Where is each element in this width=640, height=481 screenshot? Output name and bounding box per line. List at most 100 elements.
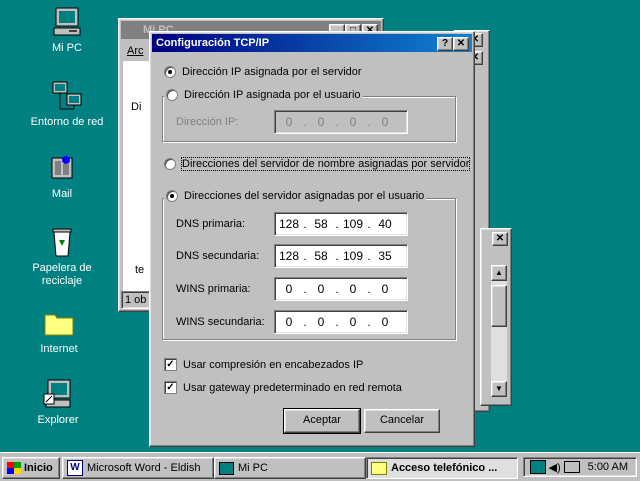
dns-secondary-label: DNS secundaria: xyxy=(176,250,260,262)
desktop-icon-network[interactable]: Entorno de red xyxy=(20,80,114,129)
ip-octet: 128 xyxy=(278,249,300,263)
radio-label: Direcciones del servidor de nombre asign… xyxy=(180,157,471,171)
checkbox-label: Usar compresión en encabezados IP xyxy=(183,358,364,371)
taskbar-item-label: Microsoft Word - Eldish xyxy=(87,462,201,474)
volume-icon[interactable]: ◀) xyxy=(549,461,561,474)
desktop-icon-explorer[interactable]: Explorer xyxy=(18,378,98,427)
ip-address-field[interactable]: 0. 0. 0. 0 xyxy=(274,110,408,134)
scroll-thumb[interactable] xyxy=(491,285,507,327)
windows-logo-icon xyxy=(7,462,21,474)
checkbox-ip-compression[interactable]: ✓ Usar compresión en encabezados IP xyxy=(164,358,363,371)
wins-secondary-label: WINS secundaria: xyxy=(176,316,265,328)
ip-octet: 0 xyxy=(349,282,357,296)
desktop-icon-label: Internet xyxy=(40,343,78,355)
ip-octet: 0 xyxy=(285,315,293,329)
clock[interactable]: 5:00 AM xyxy=(588,461,628,473)
dns-secondary-field[interactable]: 128. 58. 109. 35 xyxy=(274,244,408,268)
radio-label: Dirección IP asignada por el servidor xyxy=(182,66,362,78)
radio-indicator[interactable] xyxy=(166,190,178,202)
taskbar-item-dial-up[interactable]: Acceso telefónico ... xyxy=(366,457,518,479)
ip-octet: 109 xyxy=(342,217,364,231)
scroll-down-arrow-icon[interactable]: ▼ xyxy=(491,381,507,397)
content-fragment: te xyxy=(135,264,145,276)
dns-primary-field[interactable]: 128. 58. 109. 40 xyxy=(274,212,408,236)
radio-dns-auto[interactable]: Direcciones del servidor de nombre asign… xyxy=(164,157,471,171)
checkbox-default-gateway[interactable]: ✓ Usar gateway predeterminado en red rem… xyxy=(164,381,402,394)
taskbar-item-my-pc[interactable]: Mi PC xyxy=(214,457,366,479)
content-area xyxy=(123,61,149,291)
taskbar-item-label: Mi PC xyxy=(238,462,268,474)
system-tray: ◀) 5:00 AM xyxy=(523,457,637,477)
radio-indicator[interactable] xyxy=(164,158,176,170)
ip-octet: 128 xyxy=(278,217,300,231)
wins-primary-field[interactable]: 0. 0. 0. 0 xyxy=(274,277,408,301)
ip-octet: 0 xyxy=(349,315,357,329)
cancel-button[interactable]: Cancelar xyxy=(364,409,440,433)
wins-primary-label: WINS primaria: xyxy=(176,283,251,295)
dialog-titlebar[interactable]: Configuración TCP/IP ? ✕ xyxy=(152,34,472,52)
ip-octet: 0 xyxy=(317,115,325,129)
my-computer-icon xyxy=(219,461,234,475)
ip-octet: 58 xyxy=(314,217,328,231)
ip-octet: 0 xyxy=(381,115,389,129)
desktop-icon-label: Mi PC xyxy=(52,42,82,54)
taskbar-item-label: Acceso telefónico ... xyxy=(391,462,498,474)
scroll-up-arrow-icon[interactable]: ▲ xyxy=(491,265,507,281)
ok-button[interactable]: Aceptar xyxy=(283,408,361,434)
desktop-icon-my-computer[interactable]: Mi PC xyxy=(27,6,107,55)
ip-octet: 0 xyxy=(317,282,325,296)
my-computer-icon xyxy=(51,6,83,38)
radio-label: Dirección IP asignada por el usuario xyxy=(184,89,361,101)
ip-octet: 109 xyxy=(342,249,364,263)
ip-octet: 0 xyxy=(381,315,389,329)
help-button[interactable]: ? xyxy=(437,37,453,51)
checkbox-indicator[interactable]: ✓ xyxy=(164,381,177,394)
word-icon: W xyxy=(67,460,83,476)
close-button[interactable]: ✕ xyxy=(453,37,469,51)
ip-octet: 35 xyxy=(378,249,392,263)
radio-dns-manual[interactable]: Direcciones del servidor asignadas por e… xyxy=(164,190,427,202)
background-window-dial-up[interactable]: ✕ ▲ ▼ xyxy=(480,228,512,406)
desktop-icon-label: Explorer xyxy=(37,414,79,426)
tcpip-dialog: Configuración TCP/IP ? ✕ Dirección IP as… xyxy=(149,31,475,447)
taskbar-item-word[interactable]: W Microsoft Word - Eldish xyxy=(62,457,214,479)
radio-ip-auto[interactable]: Dirección IP asignada por el servidor xyxy=(164,66,362,78)
desktop-icon-label: Papelera de reciclaje xyxy=(32,262,92,287)
ip-octet: 0 xyxy=(381,282,389,296)
wins-secondary-field[interactable]: 0. 0. 0. 0 xyxy=(274,310,408,334)
desktop-icon-recycle-bin[interactable]: Papelera de reciclaje xyxy=(20,226,104,288)
desktop-icon-mail[interactable]: Mail xyxy=(22,152,102,201)
radio-ip-manual[interactable]: Dirección IP asignada por el usuario xyxy=(164,89,363,101)
desktop-icon-internet[interactable]: Internet xyxy=(19,307,99,356)
desktop-icon-label: Entorno de red xyxy=(30,116,104,128)
recycle-bin-icon xyxy=(46,226,78,258)
menu-file[interactable]: Arc xyxy=(127,45,144,57)
ip-octet: 0 xyxy=(285,115,293,129)
internet-folder-icon xyxy=(43,307,75,339)
ip-address-label: Dirección IP: xyxy=(176,116,239,128)
content-fragment: Di xyxy=(131,101,142,113)
radio-indicator[interactable] xyxy=(164,66,176,78)
checkbox-label: Usar gateway predeterminado en red remot… xyxy=(183,381,402,394)
ip-octet: 0 xyxy=(349,115,357,129)
radio-indicator[interactable] xyxy=(166,89,178,101)
taskbar: Inicio W Microsoft Word - Eldish Mi PC A… xyxy=(0,452,640,481)
ip-octet: 0 xyxy=(317,315,325,329)
network-neighborhood-icon xyxy=(51,80,83,112)
folder-icon xyxy=(371,461,387,475)
scrollbar[interactable]: ▲ ▼ xyxy=(491,265,507,397)
start-label: Inicio xyxy=(24,462,53,474)
printer-icon[interactable] xyxy=(563,461,580,473)
desktop-icon-label: Mail xyxy=(51,188,73,200)
close-button[interactable]: ✕ xyxy=(492,232,508,246)
start-button[interactable]: Inicio xyxy=(2,457,60,479)
mail-icon xyxy=(46,152,78,184)
dialog-title: Configuración TCP/IP xyxy=(156,37,270,49)
network-tray-icon[interactable] xyxy=(529,460,546,474)
explorer-icon xyxy=(42,378,74,410)
checkbox-indicator[interactable]: ✓ xyxy=(164,358,177,371)
ip-octet: 40 xyxy=(378,217,392,231)
dns-primary-label: DNS primaria: xyxy=(176,218,246,230)
radio-label: Direcciones del servidor asignadas por e… xyxy=(184,190,425,202)
ip-octet: 0 xyxy=(285,282,293,296)
